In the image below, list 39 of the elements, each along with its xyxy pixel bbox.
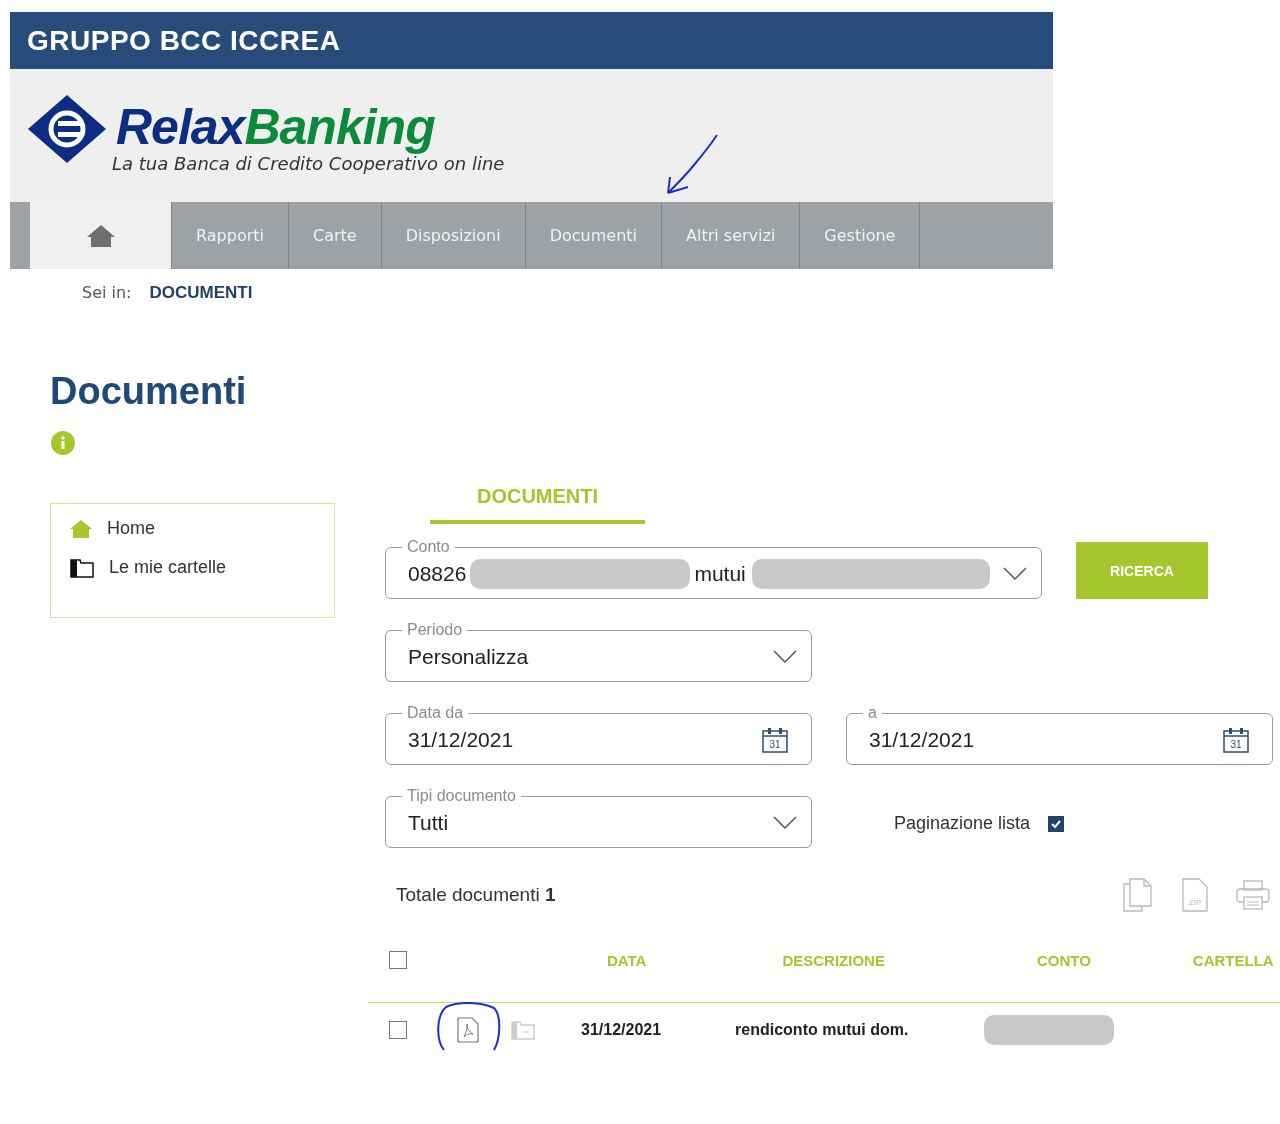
logo-tagline: La tua Banca di Credito Cooperativo on line [112, 153, 505, 174]
pdf-file-icon[interactable] [457, 1017, 479, 1043]
account-select[interactable]: Conto 08826 mutui [385, 538, 1042, 599]
page-title: Documenti [50, 369, 248, 413]
print-icon[interactable] [1236, 880, 1270, 910]
logo-icon [26, 93, 108, 165]
copy-icon[interactable] [1122, 878, 1154, 912]
chevron-down-icon [1003, 567, 1027, 581]
document-type-select[interactable]: Tipi documento Tutti [385, 787, 812, 848]
zip-file-icon[interactable]: ZIP [1182, 878, 1208, 912]
logo-wordmark: RelaxBanking [116, 101, 436, 153]
info-icon[interactable] [51, 431, 75, 455]
table-cell: rendiconto mutui dom. [735, 1021, 909, 1039]
date-field[interactable]: Data da 31/12/2021 31 [385, 704, 812, 765]
breadcrumb-link[interactable]: DOCUMENTI [149, 283, 253, 303]
chevron-down-icon [773, 816, 797, 830]
total-count-text: Totale documenti 1 [396, 884, 556, 906]
home-icon [85, 223, 116, 248]
home-tab[interactable] [30, 202, 172, 269]
select-all-checkbox[interactable] [389, 951, 407, 969]
column-header[interactable]: CARTELLA [1192, 951, 1274, 969]
folder-icon [69, 557, 95, 578]
column-header[interactable]: CONTO [1036, 951, 1091, 969]
table-cell: 31/12/2021 [581, 1021, 662, 1039]
annotation-arrow [664, 133, 720, 197]
period-select[interactable]: Periodo Personalizza [385, 621, 812, 682]
pagination-label: Paginazione lista [894, 813, 1031, 834]
sidebar-item[interactable]: Le mie cartelle [69, 557, 334, 578]
breadcrumb-label: Sei in: [82, 283, 132, 303]
row-checkbox[interactable] [389, 1021, 407, 1039]
search-button[interactable]: RICERCA [1076, 542, 1208, 599]
chevron-down-icon [773, 650, 797, 664]
pagination-checkbox[interactable] [1048, 815, 1065, 832]
home-icon [69, 518, 93, 539]
column-header[interactable]: DATA [607, 951, 647, 969]
column-header[interactable]: DESCRIZIONE [782, 951, 885, 969]
sidebar-item[interactable]: Home [69, 518, 334, 539]
brand-title: GRUPPO BCC ICCREA [27, 24, 341, 57]
tab[interactable]: DOCUMENTI [430, 485, 645, 524]
